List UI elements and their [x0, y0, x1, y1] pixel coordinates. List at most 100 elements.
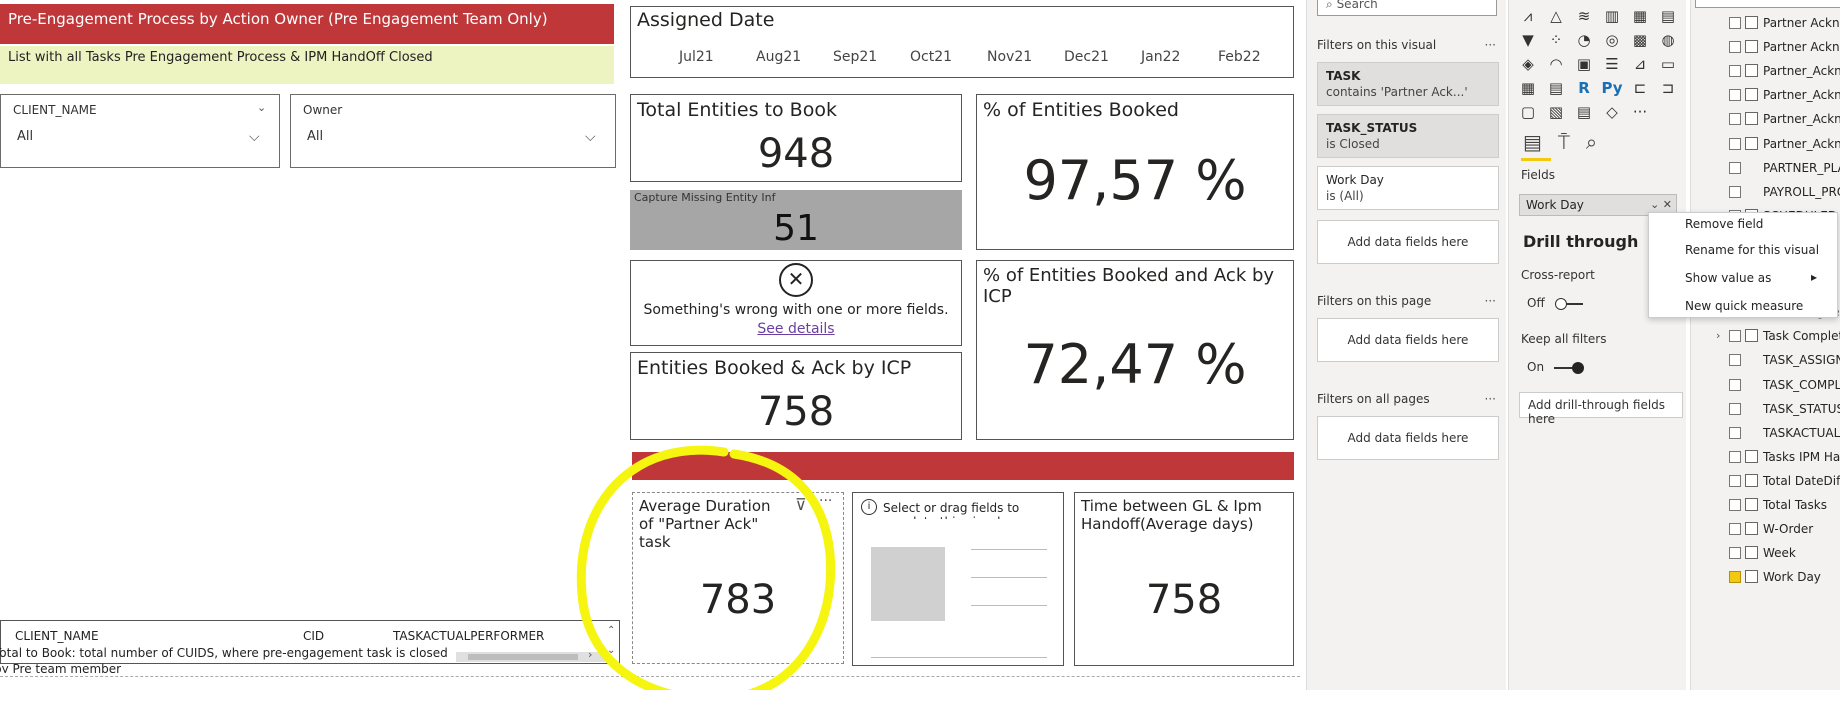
field-list-item[interactable]: Partner_Ackno: [1691, 135, 1840, 155]
timeline-month[interactable]: Feb22: [1218, 49, 1295, 65]
card-pct-booked[interactable]: % of Entities Booked 97,57 %: [976, 94, 1294, 250]
menu-item-rename[interactable]: Rename for this visual: [1685, 243, 1819, 257]
chevron-right-icon[interactable]: ›: [1716, 329, 1720, 342]
treemap-icon[interactable]: ▩: [1627, 28, 1653, 52]
field-checkbox[interactable]: [1729, 89, 1741, 102]
timeline-month[interactable]: Oct21: [910, 49, 987, 65]
paint-roller-icon[interactable]: ⍑: [1558, 130, 1570, 154]
filter-card-task-status[interactable]: TASK_STATUS is Closed: [1317, 114, 1499, 158]
paginated-icon[interactable]: ▤: [1571, 100, 1597, 124]
pie-icon[interactable]: ◔: [1571, 28, 1597, 52]
smart-narrative-icon[interactable]: ▧: [1543, 100, 1569, 124]
decomp-tree-icon[interactable]: ⊐: [1655, 76, 1681, 100]
card-total-entities[interactable]: Total Entities to Book 948: [630, 94, 962, 182]
more-options-icon[interactable]: ···: [1485, 392, 1496, 406]
field-list-item[interactable]: › Task Complete: [1691, 327, 1840, 347]
chevron-up-icon[interactable]: ⌄: [257, 101, 266, 114]
more-icon[interactable]: ···: [1627, 100, 1653, 124]
menu-item-new-quick-measure[interactable]: New quick measure: [1685, 299, 1803, 313]
card-booked-ack[interactable]: Entities Booked & Ack by ICP 758: [630, 352, 962, 440]
field-list-item[interactable]: Tasks IPM Han: [1691, 448, 1840, 468]
field-list-item[interactable]: Partner_Ackno: [1691, 62, 1840, 82]
filter-card-task[interactable]: TASK contains 'Partner Ack...': [1317, 62, 1499, 106]
table-header-cid[interactable]: CID: [303, 629, 324, 643]
field-list-item[interactable]: Partner_Ackno: [1691, 110, 1840, 130]
field-list-item[interactable]: TASK_STATUS: [1691, 400, 1840, 420]
more-options-icon[interactable]: ···: [1485, 294, 1496, 308]
field-checkbox[interactable]: [1729, 426, 1741, 439]
key-influencers-icon[interactable]: ⊏: [1627, 76, 1653, 100]
card-icon[interactable]: ▣: [1571, 52, 1597, 76]
field-list-item[interactable]: Week: [1691, 544, 1840, 564]
slicer-icon[interactable]: ▭: [1655, 52, 1681, 76]
field-checkbox[interactable]: [1729, 474, 1741, 487]
field-checkbox[interactable]: [1729, 523, 1741, 536]
scrollbar-thumb[interactable]: [468, 654, 578, 660]
field-checkbox[interactable]: [1729, 41, 1741, 54]
add-page-filter-dropzone[interactable]: Add data fields here: [1317, 318, 1499, 362]
more-options-icon[interactable]: ···: [1485, 38, 1496, 52]
timeline-month[interactable]: Jan22: [1141, 49, 1218, 65]
filled-map-icon[interactable]: ◈: [1515, 52, 1541, 76]
donut-icon[interactable]: ◎: [1599, 28, 1625, 52]
field-checkbox[interactable]: [1729, 378, 1741, 391]
field-checkbox[interactable]: [1729, 113, 1741, 126]
field-list-item[interactable]: Work Day: [1691, 568, 1840, 588]
field-checkbox[interactable]: [1729, 571, 1741, 584]
line-chart-icon[interactable]: ⩘: [1515, 4, 1541, 28]
timeline-month[interactable]: Jul21: [679, 49, 756, 65]
add-visual-filter-dropzone[interactable]: Add data fields here: [1317, 220, 1499, 264]
field-checkbox[interactable]: [1729, 354, 1741, 367]
field-list-item[interactable]: Partner_Ackno: [1691, 86, 1840, 106]
close-icon[interactable]: ✕: [1663, 198, 1672, 211]
field-checkbox[interactable]: [1729, 17, 1741, 29]
field-list-item[interactable]: Total Tasks: [1691, 496, 1840, 516]
field-list-item[interactable]: Partner Ackno: [1691, 14, 1840, 34]
field-list-item[interactable]: PARTNER_PLAT: [1691, 159, 1840, 179]
timeline-month[interactable]: Sep21: [833, 49, 910, 65]
multi-card-icon[interactable]: ☰: [1599, 52, 1625, 76]
kpi-icon[interactable]: ⊿: [1627, 52, 1653, 76]
card-time-between[interactable]: Time between GL & Ipm Handoff(Average da…: [1074, 492, 1294, 666]
stacked-area-icon[interactable]: ≋: [1571, 4, 1597, 28]
field-list-item[interactable]: PAYROLL_PROV: [1691, 183, 1840, 203]
area-chart-icon[interactable]: △: [1543, 4, 1569, 28]
card-capture-missing[interactable]: Capture Missing Entity Inf 51: [630, 190, 962, 250]
field-checkbox[interactable]: [1729, 185, 1741, 198]
field-list-item[interactable]: TASK_ASSIGNE: [1691, 351, 1840, 371]
field-list-item[interactable]: TASK_COMPLE: [1691, 376, 1840, 396]
card-pct-booked-ack[interactable]: % of Entities Booked and Ack by ICP 72,4…: [976, 260, 1294, 440]
fields-search-input[interactable]: [1695, 0, 1840, 8]
analytics-magnifier-icon[interactable]: ⌕: [1586, 130, 1597, 154]
fields-well-icon[interactable]: ▤: [1523, 130, 1542, 154]
add-report-filter-dropzone[interactable]: Add data fields here: [1317, 416, 1499, 460]
chevron-down-icon[interactable]: ⌄: [1650, 198, 1659, 211]
field-list-item[interactable]: TASKACTUALPE: [1691, 424, 1840, 444]
chevron-down-icon[interactable]: ⌵: [585, 129, 596, 145]
menu-item-show-value-as[interactable]: Show value as: [1685, 271, 1771, 285]
python-visual-icon[interactable]: Py: [1599, 76, 1625, 100]
funnel-icon[interactable]: ▼: [1515, 28, 1541, 52]
slicer-client-name[interactable]: CLIENT_NAME ⌄ All ⌵: [0, 94, 280, 168]
add-drill-through-dropzone[interactable]: Add drill-through fields here: [1519, 392, 1683, 426]
field-list-item[interactable]: W-Order: [1691, 520, 1840, 540]
empty-visual-placeholder[interactable]: i Select or drag fields to populate this…: [852, 492, 1064, 666]
timeline-month[interactable]: Aug21: [756, 49, 833, 65]
timeline-slicer[interactable]: Assigned Date Jul21 Aug21 Sep21 Oct21 No…: [630, 6, 1294, 78]
waterfall-icon[interactable]: ▦: [1627, 4, 1653, 28]
scatter-icon[interactable]: ⁘: [1543, 28, 1569, 52]
table-header-client-name[interactable]: CLIENT_NAME: [15, 629, 99, 643]
chevron-down-icon[interactable]: ⌵: [249, 129, 260, 145]
cross-report-toggle[interactable]: Off: [1527, 296, 1583, 310]
ribbon-icon[interactable]: ▥: [1599, 4, 1625, 28]
table-header-performer[interactable]: TASKACTUALPERFORMER: [393, 629, 544, 643]
filters-search-input[interactable]: ⌕ Search: [1317, 0, 1497, 16]
timeline-month[interactable]: Dec21: [1064, 49, 1141, 65]
see-details-link[interactable]: See details: [757, 321, 834, 337]
field-checkbox[interactable]: [1729, 450, 1741, 463]
map-icon[interactable]: ◍: [1655, 28, 1681, 52]
slicer-owner[interactable]: Owner All ⌵: [290, 94, 616, 168]
field-checkbox[interactable]: [1729, 161, 1741, 174]
combo-icon[interactable]: ▤: [1655, 4, 1681, 28]
field-checkbox[interactable]: [1729, 499, 1741, 511]
